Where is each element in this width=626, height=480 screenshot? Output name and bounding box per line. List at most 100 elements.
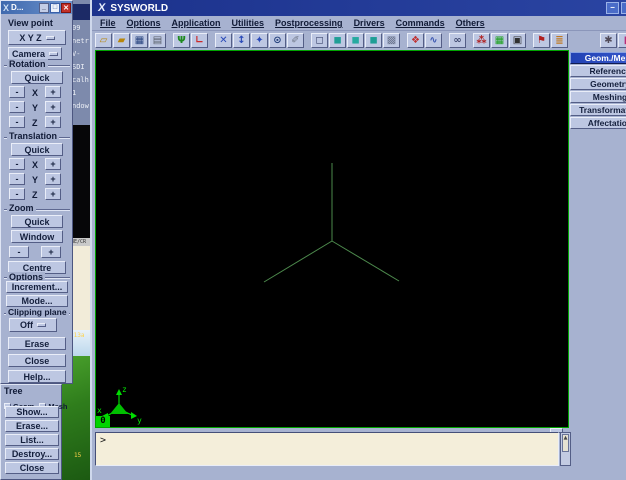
tree-panel-title: Tree xyxy=(4,386,23,396)
tree-button[interactable]: Close xyxy=(5,462,59,474)
pan-vertical-icon[interactable]: ↕ xyxy=(233,33,250,48)
translation-plus-button[interactable]: + xyxy=(45,188,61,200)
axes-figure: z x y xyxy=(96,51,568,427)
close-button[interactable]: Close xyxy=(8,354,66,367)
menu-item[interactable]: Others xyxy=(456,18,485,28)
dialog-title: D... xyxy=(11,3,39,12)
rotation-axis-row: - Z + xyxy=(1,116,74,130)
zoom-quick-button[interactable]: Quick xyxy=(11,215,63,228)
translation-minus-button[interactable]: - xyxy=(9,188,25,200)
clipped-edge-icon[interactable]: ▮ xyxy=(618,33,626,48)
menu-item[interactable]: Commands xyxy=(396,18,445,28)
open-file-icon[interactable]: ▱ xyxy=(95,33,112,48)
layers-icon[interactable]: ≣ xyxy=(551,33,568,48)
translation-minus-button[interactable]: - xyxy=(9,158,25,170)
menu-item[interactable]: Drivers xyxy=(354,18,385,28)
settings-icon[interactable]: ✱ xyxy=(600,33,617,48)
rotation-plus-button[interactable]: + xyxy=(45,86,61,98)
translation-plus-button[interactable]: + xyxy=(45,158,61,170)
flag-icon[interactable]: ⚑ xyxy=(533,33,550,48)
scrollbar-up-arrow[interactable]: ▲ xyxy=(562,434,569,452)
task-panel-button[interactable]: Geometry xyxy=(570,78,626,90)
x11-logo-icon: X xyxy=(3,3,9,13)
menu-item[interactable]: Postprocessing xyxy=(275,18,343,28)
task-panel-button[interactable]: Meshing xyxy=(570,91,626,103)
option-menu-indicator xyxy=(37,323,46,327)
minimize-button[interactable]: _ xyxy=(39,3,49,13)
task-panel-button[interactable]: Reference xyxy=(570,65,626,77)
rotation-plus-button[interactable]: + xyxy=(45,116,61,128)
hierarchy-tree-icon[interactable]: ⁂ xyxy=(473,33,490,48)
rotation-minus-button[interactable]: - xyxy=(9,86,25,98)
mode-button[interactable]: Mode... xyxy=(6,295,68,307)
xyz-option-button[interactable]: X Y Z xyxy=(8,30,66,45)
option-menu-indicator xyxy=(46,36,55,40)
menu-item[interactable]: File xyxy=(100,18,116,28)
maximize-button[interactable]: □ xyxy=(50,3,60,13)
tree-button[interactable]: Erase... xyxy=(5,420,59,432)
increment-button[interactable]: Increment... xyxy=(6,281,68,293)
rotation-minus-button[interactable]: - xyxy=(9,116,25,128)
view-glasses-icon[interactable]: ∞ xyxy=(449,33,466,48)
rotation-plus-button[interactable]: + xyxy=(45,101,61,113)
axis-label: Z xyxy=(32,190,38,200)
window-titlebar[interactable]: X SYSWORLD − xyxy=(92,0,626,16)
print-icon[interactable]: ▤ xyxy=(149,33,166,48)
clipping-option-button[interactable]: Off xyxy=(9,318,57,332)
mesh-cube-icon[interactable]: ▩ xyxy=(383,33,400,48)
menu-item[interactable]: Options xyxy=(127,18,161,28)
zoom-magnifier-icon[interactable]: ⊙ xyxy=(269,33,286,48)
help-button[interactable]: Help... xyxy=(8,370,66,383)
wallpaper-text-fragment: 15 xyxy=(74,452,81,459)
wireframe-cube-icon[interactable]: ◻ xyxy=(311,33,328,48)
import-file-icon[interactable]: ▰ xyxy=(113,33,130,48)
task-panel-button[interactable]: Transformation xyxy=(570,104,626,116)
axis-label: X xyxy=(32,160,38,170)
task-panel-button[interactable]: Affectation xyxy=(570,117,626,129)
shaded-cube-icon[interactable]: ◼ xyxy=(347,33,364,48)
model-axes-icon[interactable]: Ψ xyxy=(173,33,190,48)
command-input-area[interactable]: > xyxy=(95,432,559,466)
window-title: SYSWORLD xyxy=(110,3,606,14)
toolbar-right: ✱▮ xyxy=(600,31,626,49)
minimize-button[interactable]: − xyxy=(606,2,619,14)
triad-z-label: z xyxy=(122,385,127,394)
tree-button[interactable]: Show... xyxy=(5,406,59,418)
clipped-titlebar-button[interactable] xyxy=(621,2,626,14)
close-icon[interactable]: ✕ xyxy=(61,3,71,13)
axis-label: Z xyxy=(32,118,38,128)
material-icon[interactable]: ❖ xyxy=(407,33,424,48)
triad-x-label: x xyxy=(97,406,102,415)
zoom-window-button[interactable]: Window xyxy=(11,230,63,243)
rotation-quick-button[interactable]: Quick xyxy=(11,71,63,84)
translation-axis-row: - X + xyxy=(1,158,74,172)
axis-label: Y xyxy=(32,175,38,185)
mesh-grid-icon[interactable]: ▦ xyxy=(491,33,508,48)
corner-axes-icon[interactable]: ∟ xyxy=(191,33,208,48)
erase-button[interactable]: Erase xyxy=(8,337,66,350)
label-box-icon[interactable]: ▣ xyxy=(509,33,526,48)
solid-cube-icon[interactable]: ◼ xyxy=(329,33,346,48)
curve-icon[interactable]: ∿ xyxy=(425,33,442,48)
hidden-line-cube-icon[interactable]: ◼ xyxy=(365,33,382,48)
dialog-heading: View point xyxy=(8,18,53,28)
tree-button[interactable]: List... xyxy=(5,434,59,446)
menu-item[interactable]: Application xyxy=(172,18,221,28)
fit-view-icon[interactable]: ✕ xyxy=(215,33,232,48)
graphics-viewport[interactable]: z x y 0 xyxy=(95,50,569,428)
translation-quick-button[interactable]: Quick xyxy=(11,143,63,156)
task-panel-button[interactable]: Geom./Mesh xyxy=(570,52,626,64)
translation-minus-button[interactable]: - xyxy=(9,173,25,185)
menu-item[interactable]: Utilities xyxy=(232,18,265,28)
translation-plus-button[interactable]: + xyxy=(45,173,61,185)
save-icon[interactable]: ▦ xyxy=(131,33,148,48)
dialog-titlebar[interactable]: X D... _ □ ✕ xyxy=(1,1,72,14)
command-scrollbar[interactable]: ▲ xyxy=(560,432,571,466)
eraser-icon[interactable]: ✐ xyxy=(287,33,304,48)
axis-label: X xyxy=(32,88,38,98)
zoom-in-button[interactable]: + xyxy=(41,246,61,258)
pan-icon[interactable]: ✦ xyxy=(251,33,268,48)
rotation-minus-button[interactable]: - xyxy=(9,101,25,113)
zoom-out-button[interactable]: - xyxy=(9,246,29,258)
tree-button[interactable]: Destroy... xyxy=(5,448,59,460)
